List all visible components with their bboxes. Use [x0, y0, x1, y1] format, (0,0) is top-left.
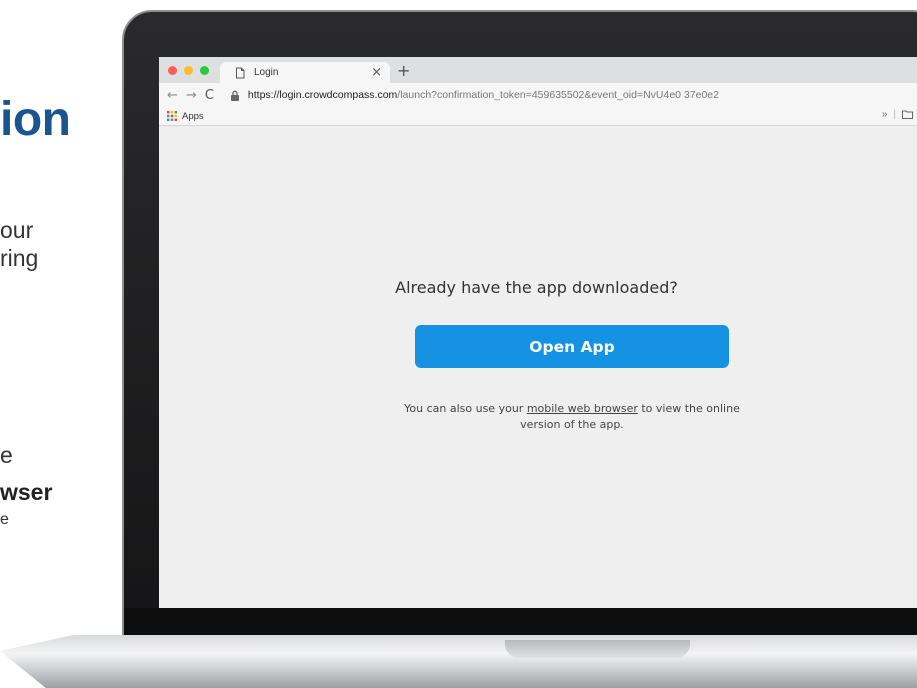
slide-text-line: e — [0, 511, 9, 528]
bookmarks-bar: Apps » | — [159, 107, 917, 126]
helper-prefix: You can also use your — [404, 402, 527, 415]
slide-title: ion — [0, 93, 71, 146]
tab-bar: Login × + — [159, 57, 917, 83]
new-tab-button[interactable]: + — [397, 61, 410, 80]
window-close-button[interactable] — [168, 66, 177, 75]
helper-text: You can also use your mobile web browser… — [404, 401, 740, 433]
forward-arrow-icon[interactable]: → — [186, 88, 197, 103]
more-bookmarks-icon[interactable]: » — [882, 109, 888, 120]
open-app-button[interactable]: Open App — [415, 325, 729, 368]
laptop-notch — [505, 640, 690, 658]
address-bar: ← → C https://login.crowdcompass.com/lau… — [159, 83, 917, 107]
close-tab-icon[interactable]: × — [371, 65, 382, 80]
mobile-web-browser-link[interactable]: mobile web browser — [527, 402, 638, 415]
folder-icon[interactable] — [902, 110, 913, 119]
slide-text-bold: wser — [0, 479, 53, 505]
lock-icon — [230, 90, 239, 101]
page-icon — [236, 67, 245, 78]
bookmark-apps[interactable]: Apps — [182, 111, 204, 122]
window-minimize-button[interactable] — [184, 66, 193, 75]
url-field[interactable]: https://login.crowdcompass.com/launch?co… — [248, 89, 719, 101]
url-domain: https://login.crowdcompass.com — [247, 89, 398, 101]
login-page: Already have the app downloaded? Open Ap… — [159, 126, 917, 608]
url-path: /launch?confirmation_token=459635502&eve… — [397, 89, 719, 101]
laptop-screen: Login × + ← → C https://login.crowdcompa… — [159, 57, 917, 608]
slide-text-line: our — [0, 217, 34, 243]
divider: | — [893, 109, 896, 120]
tab-title: Login — [254, 67, 279, 78]
apps-grid-icon[interactable] — [167, 111, 177, 121]
page-headline: Already have the app downloaded? — [395, 278, 678, 297]
laptop-bezel — [124, 608, 917, 638]
laptop-base — [0, 635, 917, 688]
slide-text-line: e — [0, 442, 13, 468]
browser-tab[interactable]: Login × — [220, 62, 390, 83]
window-maximize-button[interactable] — [200, 66, 209, 75]
slide-text-line: ring — [0, 245, 39, 271]
reload-icon[interactable]: C — [205, 88, 214, 103]
back-arrow-icon[interactable]: ← — [167, 88, 178, 103]
